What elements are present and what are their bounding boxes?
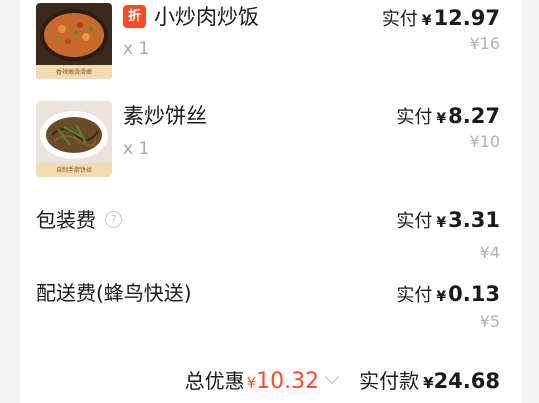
item-paid-price: 实付 ¥ 8.27 bbox=[396, 103, 500, 129]
item-quantity: x 1 bbox=[123, 139, 150, 159]
total-paid-amount: 24.68 bbox=[433, 369, 500, 393]
item-paid-price: 实付 ¥ 12.97 bbox=[382, 5, 500, 31]
currency-symbol: ¥ bbox=[436, 289, 447, 305]
original-price: ¥16 bbox=[469, 34, 500, 53]
paid-amount: 8.27 bbox=[448, 104, 500, 128]
item-quantity: x 1 bbox=[123, 39, 150, 59]
currency-symbol: ¥ bbox=[436, 111, 447, 127]
paid-label: 实付 bbox=[396, 211, 433, 232]
delivery-fee-paid: 实付 ¥ 0.13 bbox=[396, 281, 500, 307]
total-discount-amount[interactable]: 10.32 bbox=[256, 369, 319, 394]
paid-amount: 3.31 bbox=[448, 208, 500, 232]
paid-label: 实付 bbox=[396, 285, 433, 306]
discount-badge: 折 bbox=[123, 5, 146, 28]
discount-currency: ¥ bbox=[246, 374, 257, 392]
packaging-fee-label: 包装费 bbox=[36, 208, 96, 232]
currency-symbol: ¥ bbox=[421, 13, 432, 29]
original-price: ¥5 bbox=[479, 312, 500, 331]
info-icon[interactable]: ? bbox=[105, 211, 122, 228]
original-price: ¥4 bbox=[479, 243, 500, 262]
currency-symbol: ¥ bbox=[436, 215, 447, 231]
original-price: ¥10 bbox=[469, 132, 500, 151]
item-name[interactable]: 小炒肉炒饭 bbox=[154, 5, 259, 29]
total-paid-label: 实付款 bbox=[359, 369, 420, 393]
packaging-fee-paid: 实付 ¥ 3.31 bbox=[396, 207, 500, 233]
item-thumbnail-stir-fried-noodles[interactable]: 自制手擀饼丝 bbox=[36, 101, 112, 177]
order-totals: 总优惠 ¥ 10.32 实付款 ¥ 24.68 bbox=[185, 365, 500, 394]
paid-amount: 12.97 bbox=[433, 6, 500, 30]
thumb-caption: 自制手擀饼丝 bbox=[55, 167, 92, 174]
paid-currency: ¥ bbox=[423, 374, 434, 392]
thumb-caption: 香辣嫩滑滑嫩 bbox=[55, 69, 92, 76]
item-thumbnail-fried-rice[interactable]: 香辣嫩滑滑嫩 bbox=[36, 3, 112, 79]
order-detail-card: 香辣嫩滑滑嫩 折 小炒肉炒饭 x 1 实付 ¥ 12.97 ¥16 自制手擀饼丝… bbox=[20, 0, 522, 403]
paid-amount: 0.13 bbox=[448, 282, 500, 306]
item-name[interactable]: 素炒饼丝 bbox=[123, 104, 207, 128]
total-discount-label: 总优惠 bbox=[184, 369, 245, 393]
paid-label: 实付 bbox=[396, 107, 433, 128]
paid-label: 实付 bbox=[381, 9, 418, 30]
delivery-fee-label: 配送费(蜂鸟快送) bbox=[36, 281, 192, 305]
chevron-down-icon[interactable] bbox=[325, 369, 340, 385]
